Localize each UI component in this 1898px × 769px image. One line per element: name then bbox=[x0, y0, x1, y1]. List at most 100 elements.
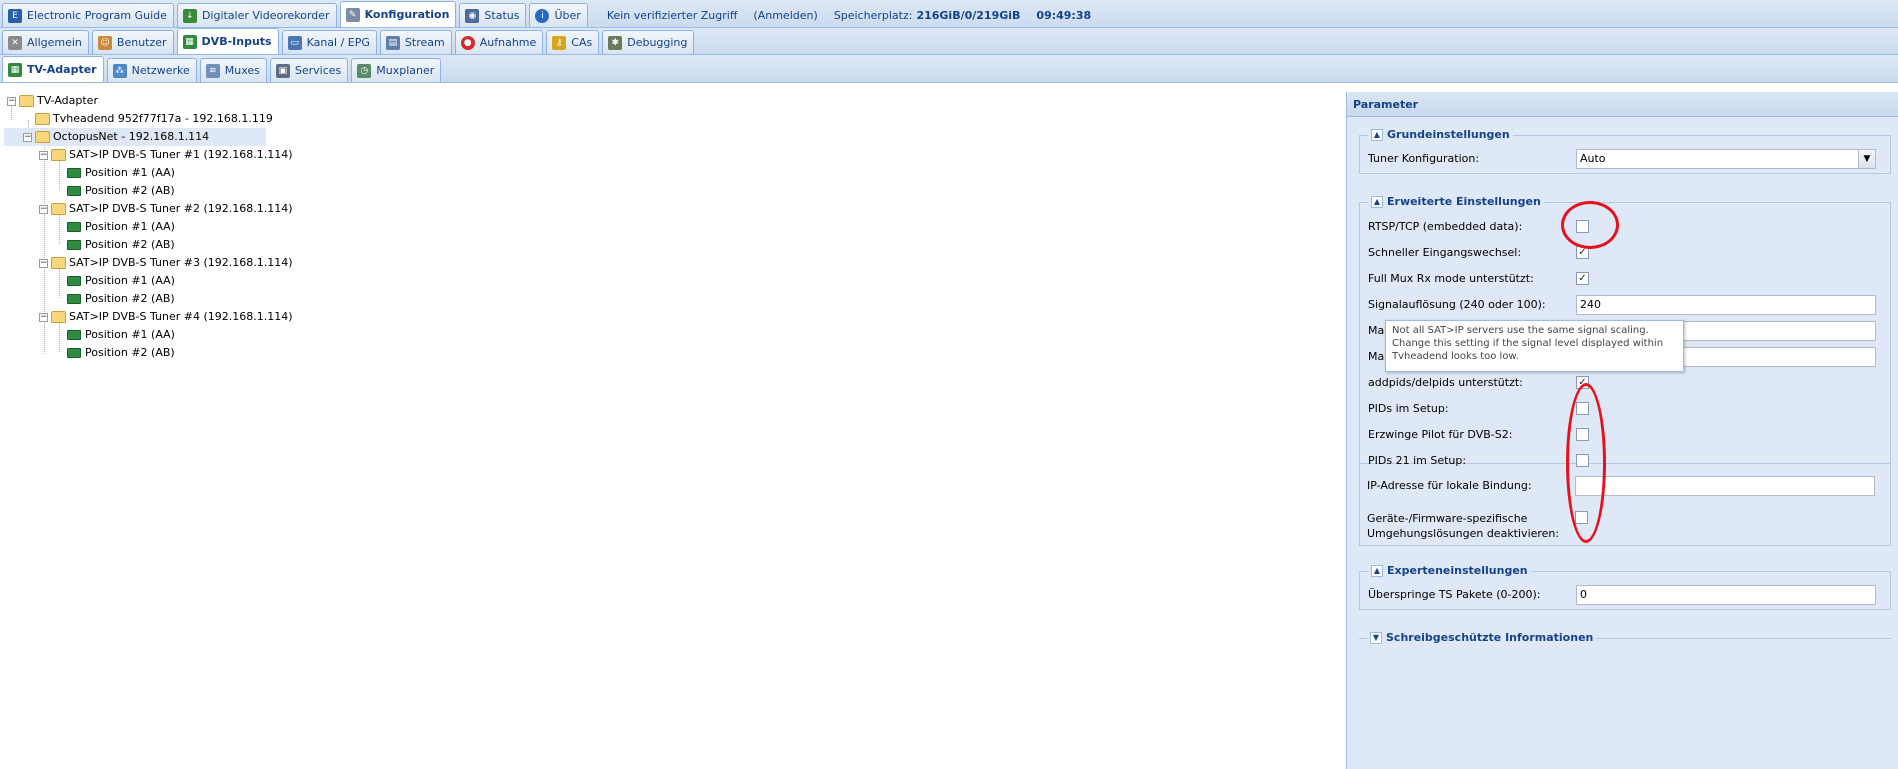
tuner-card-icon bbox=[67, 240, 81, 250]
tree-node-server-selected[interactable]: − OctopusNet - 192.168.1.114 bbox=[4, 128, 266, 146]
epg-icon: E bbox=[8, 8, 22, 23]
tv-icon: ▭ bbox=[287, 35, 302, 50]
services-icon: ▣ bbox=[275, 63, 290, 78]
collapse-icon[interactable]: − bbox=[39, 151, 48, 160]
legend-readonly: ▼ Schreibgeschützte Informationen bbox=[1367, 631, 1597, 644]
tuner-card-icon bbox=[67, 348, 81, 358]
collapse-icon[interactable]: − bbox=[39, 313, 48, 322]
folder-icon bbox=[51, 257, 66, 269]
tab-muxplaner[interactable]: ◷ Muxplaner bbox=[351, 58, 442, 82]
row-workarounds: Geräte-/Firmware-spezifische Umgehungslö… bbox=[1367, 508, 1887, 540]
full-mux-checkbox[interactable]: ✓ bbox=[1576, 272, 1589, 285]
tab-muxes[interactable]: ≋ Muxes bbox=[199, 58, 267, 82]
tab-dvb-inputs[interactable]: ▦ DVB-Inputs bbox=[176, 28, 279, 54]
collapse-icon[interactable]: − bbox=[39, 205, 48, 214]
tab-general[interactable]: ✕ Allgemein bbox=[2, 30, 89, 54]
tab-services[interactable]: ▣ Services bbox=[269, 58, 349, 82]
collapse-icon[interactable]: − bbox=[23, 133, 32, 142]
tab-dvr[interactable]: ↓ Digitaler Videorekorder bbox=[176, 3, 337, 27]
row-pilot: Erzwinge Pilot für DVB-S2: bbox=[1368, 425, 1888, 445]
legend-expert: ▲ Experteneinstellungen bbox=[1368, 564, 1531, 577]
tab-about[interactable]: i Über bbox=[529, 3, 588, 27]
tab-stream[interactable]: ▤ Stream bbox=[379, 30, 452, 54]
tree-node-position[interactable]: Position #2 (AB) bbox=[4, 236, 266, 254]
adapter-tree: − TV-Adapter Tvheadend 952f77f17a - 192.… bbox=[4, 92, 293, 362]
legend-advanced: ▲ Erweiterte Einstellungen bbox=[1368, 195, 1544, 208]
tab-tv-adapter[interactable]: ▦ TV-Adapter bbox=[2, 56, 104, 82]
tools-icon: ✕ bbox=[8, 35, 22, 50]
tuner-config-select[interactable]: Auto ▼ bbox=[1576, 149, 1876, 169]
tuner-card-icon bbox=[67, 186, 81, 196]
collapse-icon[interactable]: − bbox=[39, 259, 48, 268]
collapse-toggle-icon[interactable]: ▲ bbox=[1371, 128, 1383, 141]
tab-recording[interactable]: ● Aufnahme bbox=[454, 30, 544, 54]
tree-node-tuner[interactable]: − SAT>IP DVB-S Tuner #1 (192.168.1.114) bbox=[4, 146, 293, 164]
tab-epg[interactable]: E Electronic Program Guide bbox=[2, 3, 174, 27]
folder-icon bbox=[35, 113, 50, 125]
info-icon: i bbox=[535, 8, 550, 23]
panel-title: Parameter bbox=[1347, 92, 1898, 117]
fieldset-expert: ▲ Experteneinstellungen Überspringe TS P… bbox=[1359, 564, 1891, 610]
tab-channel-epg[interactable]: ▭ Kanal / EPG bbox=[281, 30, 377, 54]
row-addpids: addpids/delpids unterstützt: ✓ bbox=[1368, 373, 1888, 393]
clock: 09:49:38 bbox=[1036, 8, 1092, 22]
chevron-down-icon[interactable]: ▼ bbox=[1858, 150, 1875, 168]
fast-switch-checkbox[interactable]: ✓ bbox=[1576, 246, 1589, 259]
tree-node-position[interactable]: Position #1 (AA) bbox=[4, 272, 266, 290]
pids21-checkbox[interactable] bbox=[1576, 454, 1589, 467]
tree-node-position[interactable]: Position #1 (AA) bbox=[4, 164, 266, 182]
tree-node-position[interactable]: Position #2 (AB) bbox=[4, 290, 266, 308]
row-pids-setup: PIDs im Setup: bbox=[1368, 399, 1888, 419]
tree-node-root[interactable]: − TV-Adapter bbox=[4, 92, 266, 110]
tree-node-position[interactable]: Position #1 (AA) bbox=[4, 218, 266, 236]
legend-basic: ▲ Grundeinstellungen bbox=[1368, 128, 1513, 141]
storage-value: 216GiB/0/219GiB bbox=[916, 8, 1021, 22]
collapse-icon[interactable]: − bbox=[7, 97, 16, 106]
tab-configuration[interactable]: ✎ Konfiguration bbox=[339, 1, 457, 27]
dvb-tabbar: ▦ TV-Adapter ⁂ Netzwerke ≋ Muxes ▣ Servi… bbox=[0, 55, 1898, 83]
network-icon: ⁂ bbox=[112, 63, 127, 78]
pilot-checkbox[interactable] bbox=[1576, 428, 1589, 441]
tree-node-tuner[interactable]: − SAT>IP DVB-S Tuner #4 (192.168.1.114) bbox=[4, 308, 293, 326]
ip-binding-field[interactable] bbox=[1575, 476, 1875, 496]
tab-users[interactable]: ☺ Benutzer bbox=[91, 30, 174, 54]
login-link[interactable]: (Anmelden) bbox=[753, 3, 817, 27]
tree-node-tuner[interactable]: − SAT>IP DVB-S Tuner #2 (192.168.1.114) bbox=[4, 200, 293, 218]
workaround-label: Geräte-/Firmware-spezifische Umgehungslö… bbox=[1367, 512, 1560, 540]
eye-icon: ◉ bbox=[465, 8, 480, 23]
signal-resolution-field[interactable]: 240 bbox=[1576, 295, 1876, 315]
folder-icon bbox=[51, 203, 66, 215]
wrench-icon: ✎ bbox=[345, 7, 360, 22]
row-full-mux: Full Mux Rx mode unterstützt: ✓ bbox=[1368, 269, 1888, 289]
tree-node-tuner[interactable]: − SAT>IP DVB-S Tuner #3 (192.168.1.114) bbox=[4, 254, 293, 272]
collapse-toggle-icon[interactable]: ▲ bbox=[1371, 564, 1383, 577]
tree-node-position[interactable]: Position #2 (AB) bbox=[4, 182, 266, 200]
expand-toggle-icon[interactable]: ▼ bbox=[1370, 631, 1382, 644]
config-tabbar: ✕ Allgemein ☺ Benutzer ▦ DVB-Inputs ▭ Ka… bbox=[0, 28, 1898, 55]
download-icon: ↓ bbox=[182, 8, 197, 23]
tab-status[interactable]: ◉ Status bbox=[459, 3, 527, 27]
collapse-toggle-icon[interactable]: ▲ bbox=[1371, 195, 1383, 208]
storage-info: Speicherplatz: 216GiB/0/219GiB bbox=[833, 8, 1021, 22]
workaround-checkbox[interactable] bbox=[1575, 511, 1588, 524]
tab-cas[interactable]: ⚷ CAs bbox=[546, 30, 600, 54]
tab-networks[interactable]: ⁂ Netzwerke bbox=[106, 58, 197, 82]
tuner-card-icon bbox=[67, 294, 81, 304]
dvb-card-icon: ▦ bbox=[182, 34, 197, 49]
addpids-checkbox[interactable]: ✓ bbox=[1576, 376, 1589, 389]
parameter-panel: Parameter ▲ Grundeinstellungen Tuner Kon… bbox=[1346, 92, 1898, 769]
pids-setup-checkbox[interactable] bbox=[1576, 402, 1589, 415]
access-status: Kein verifizierter Zugriff bbox=[606, 8, 738, 22]
folder-icon bbox=[51, 149, 66, 161]
tree-node-server[interactable]: Tvheadend 952f77f17a - 192.168.1.119 bbox=[4, 110, 273, 128]
row-tuner-config: Tuner Konfiguration: Auto ▼ bbox=[1368, 149, 1888, 169]
tree-node-position[interactable]: Position #2 (AB) bbox=[4, 344, 266, 362]
tuner-card-icon bbox=[67, 330, 81, 340]
row-skip-ts: Überspringe TS Pakete (0-200): 0 bbox=[1368, 585, 1888, 605]
tab-debugging[interactable]: ✱ Debugging bbox=[602, 30, 695, 54]
skip-ts-field[interactable]: 0 bbox=[1576, 585, 1876, 605]
tree-node-position[interactable]: Position #1 (AA) bbox=[4, 326, 266, 344]
tuner-card-icon bbox=[67, 168, 81, 178]
rtsp-checkbox[interactable] bbox=[1576, 220, 1589, 233]
mux-icon: ≋ bbox=[205, 63, 220, 78]
